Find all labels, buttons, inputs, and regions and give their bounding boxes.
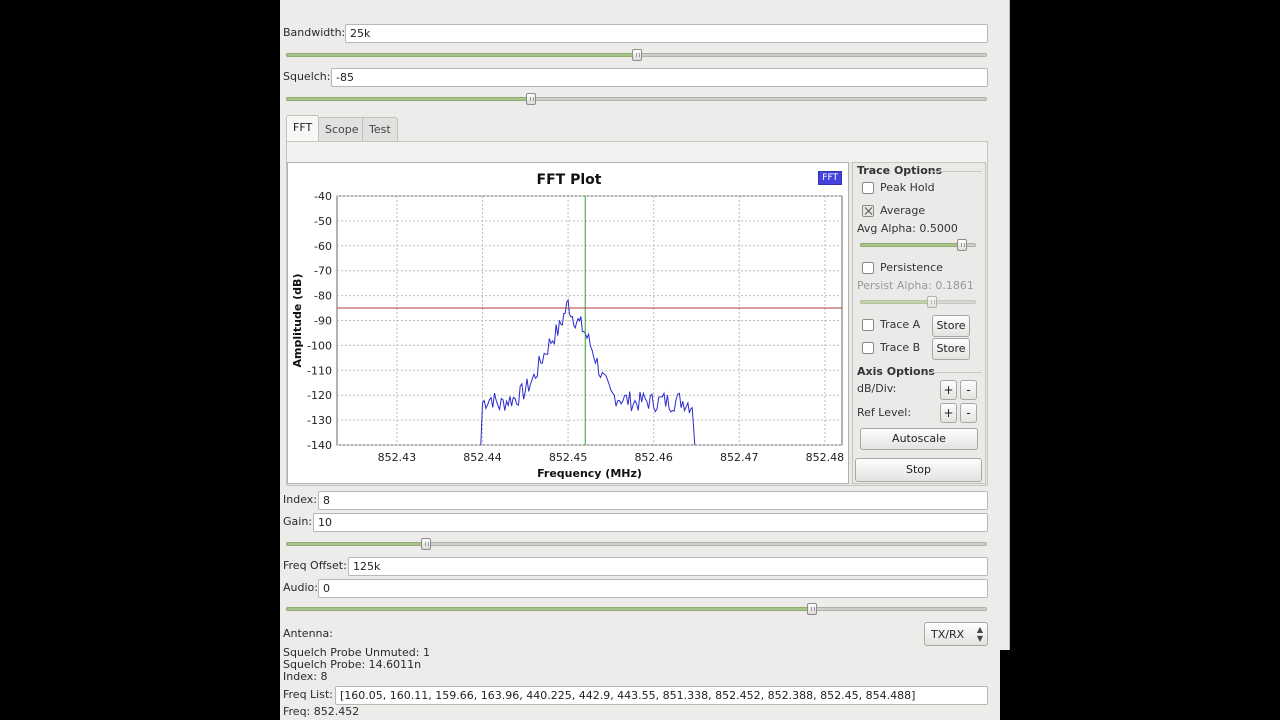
y-tick-label: -140 xyxy=(307,439,332,452)
antenna-select-value: TX/RX xyxy=(931,628,965,641)
audio-slider[interactable] xyxy=(286,603,987,615)
db-div-minus-button[interactable]: - xyxy=(960,380,977,400)
chart-title: FFT Plot xyxy=(537,172,602,188)
gain-slider[interactable] xyxy=(286,538,987,550)
bandwidth-label: Bandwidth: xyxy=(283,26,346,39)
persist-alpha-label: Persist Alpha: 0.1861 xyxy=(857,279,974,292)
background-window-edge xyxy=(1000,0,1010,650)
ref-level-minus-button[interactable]: - xyxy=(960,403,977,423)
bandwidth-input[interactable]: 25k xyxy=(345,24,988,43)
persistence-label: Persistence xyxy=(880,261,943,274)
y-tick-label: -90 xyxy=(314,315,332,328)
bandwidth-slider[interactable] xyxy=(286,49,987,61)
gain-label: Gain: xyxy=(283,515,312,528)
y-tick-label: -70 xyxy=(314,265,332,278)
axis-options-title: Axis Options xyxy=(857,365,935,378)
spin-arrows-icon: ▲ ▼ xyxy=(976,625,983,643)
peak-hold-checkbox[interactable] xyxy=(862,182,874,194)
x-tick-label: 852.44 xyxy=(463,451,502,464)
x-tick-label: 852.43 xyxy=(378,451,417,464)
freq-offset-label: Freq Offset: xyxy=(283,559,347,572)
trace-b-checkbox[interactable] xyxy=(862,342,874,354)
tab-test[interactable]: Test xyxy=(362,117,398,141)
gain-input[interactable]: 10 xyxy=(313,513,988,532)
freq-status-text: Freq: 852.452 xyxy=(283,705,360,718)
tab-fft[interactable]: FFT xyxy=(286,115,320,141)
y-tick-label: -100 xyxy=(307,339,332,352)
y-tick-label: -120 xyxy=(307,389,332,402)
fft-plot[interactable]: 852.43 852.44 852.45 852.46 852.47 852.48 -40 -… xyxy=(287,162,849,484)
db-div-plus-button[interactable]: + xyxy=(940,380,957,400)
fft-plot-canvas[interactable]: 852.43 852.44 852.45 852.46 852.47 852.48 -40 -… xyxy=(288,163,850,485)
fft-legend-badge: FFT xyxy=(818,171,842,185)
audio-input[interactable]: 0 xyxy=(318,579,988,598)
audio-label: Audio: xyxy=(283,581,318,594)
index-status-text: Index: 8 xyxy=(283,670,328,683)
antenna-label: Antenna: xyxy=(283,627,333,640)
average-checkbox[interactable] xyxy=(862,205,874,217)
y-axis-label: Amplitude (dB) xyxy=(291,274,304,368)
y-tick-label: -130 xyxy=(307,414,332,427)
background-window xyxy=(1000,0,1280,720)
x-tick-label: 852.46 xyxy=(634,451,673,464)
avg-alpha-label: Avg Alpha: 0.5000 xyxy=(857,222,958,235)
average-label: Average xyxy=(880,204,926,217)
freq-list-input[interactable]: [160.05, 160.11, 159.66, 163.96, 440.225… xyxy=(335,686,988,705)
db-div-label: dB/Div: xyxy=(857,382,897,395)
y-tick-label: -40 xyxy=(314,190,332,203)
avg-alpha-slider[interactable] xyxy=(860,239,976,251)
ref-level-label: Ref Level: xyxy=(857,406,912,419)
x-axis-label: Frequency (MHz) xyxy=(537,467,642,480)
persist-alpha-slider[interactable] xyxy=(860,296,976,308)
trace-a-store-button[interactable]: Store xyxy=(932,315,970,337)
trace-b-label: Trace B xyxy=(880,341,921,354)
peak-hold-label: Peak Hold xyxy=(880,181,935,194)
trace-b-store-button[interactable]: Store xyxy=(932,338,970,360)
trace-a-checkbox[interactable] xyxy=(862,319,874,331)
stop-button[interactable]: Stop xyxy=(855,458,982,482)
x-tick-label: 852.45 xyxy=(549,451,588,464)
squelch-slider[interactable] xyxy=(286,93,987,105)
y-tick-label: -60 xyxy=(314,240,332,253)
squelch-input[interactable]: -85 xyxy=(331,68,988,87)
freq-list-label: Freq List: xyxy=(283,688,333,701)
y-tick-label: -110 xyxy=(307,364,332,377)
index-label: Index: xyxy=(283,493,317,506)
ref-level-plus-button[interactable]: + xyxy=(940,403,957,423)
antenna-select[interactable]: TX/RX ▲ ▼ xyxy=(924,622,988,646)
y-tick-label: -80 xyxy=(314,290,332,303)
tab-scope[interactable]: Scope xyxy=(318,117,366,141)
autoscale-button[interactable]: Autoscale xyxy=(860,428,978,450)
squelch-label: Squelch: xyxy=(283,70,331,83)
x-tick-label: 852.47 xyxy=(720,451,759,464)
trace-a-label: Trace A xyxy=(880,318,921,331)
trace-options-panel: Trace Options Peak Hold Average Avg Alph… xyxy=(852,162,986,484)
y-tick-label: -50 xyxy=(314,215,332,228)
x-tick-label: 852.48 xyxy=(806,451,845,464)
freq-offset-input[interactable]: 125k xyxy=(348,557,988,576)
index-input[interactable]: 8 xyxy=(318,491,988,510)
persistence-checkbox[interactable] xyxy=(862,262,874,274)
gnuradio-window: Bandwidth: 25k Squelch: -85 FFT Scope Te… xyxy=(280,0,1000,720)
